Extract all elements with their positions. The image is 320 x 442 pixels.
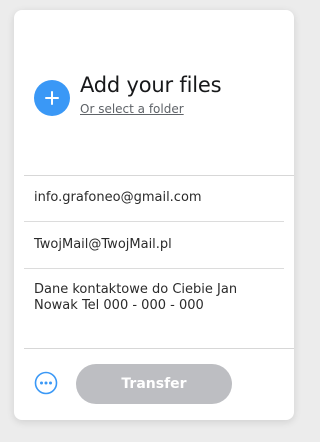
divider (24, 268, 284, 269)
select-folder-link[interactable]: Or select a folder (80, 102, 184, 116)
divider (24, 175, 294, 176)
divider (24, 221, 284, 222)
transfer-button[interactable]: Transfer (76, 364, 232, 404)
your-email-field[interactable]: TwojMail@TwojMail.pl (34, 237, 172, 252)
more-options-button[interactable] (34, 371, 58, 395)
add-files-title[interactable]: Add your files (80, 73, 222, 97)
transfer-panel: Add your files Or select a folder info.g… (14, 10, 294, 420)
add-files-button[interactable] (34, 80, 70, 116)
divider (24, 348, 294, 349)
email-to-field[interactable]: info.grafoneo@gmail.com (34, 190, 202, 205)
message-field[interactable]: Dane kontaktowe do Ciebie Jan Nowak Tel … (34, 282, 274, 314)
plus-icon (45, 91, 59, 105)
more-options-icon (34, 371, 58, 395)
